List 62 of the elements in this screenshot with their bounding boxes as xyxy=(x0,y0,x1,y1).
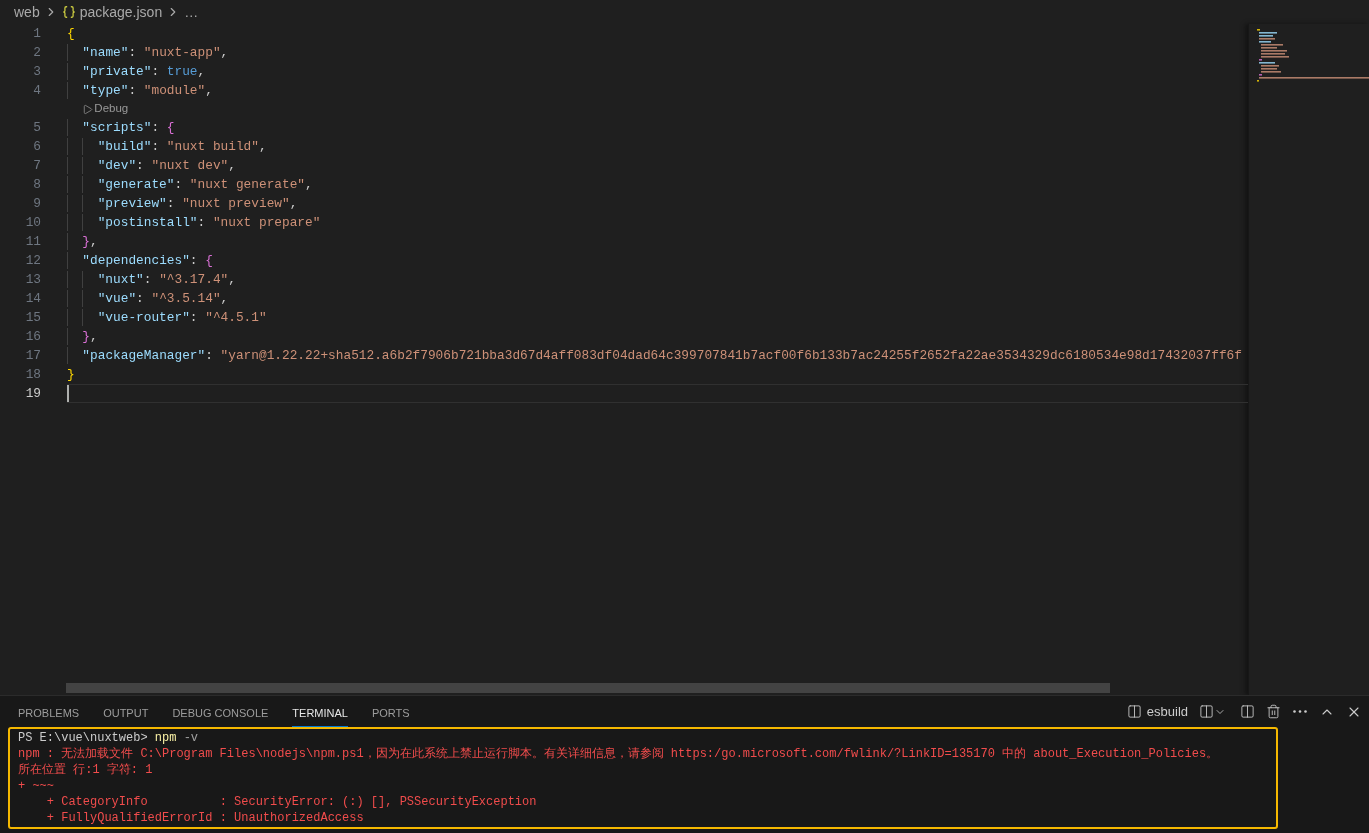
line-number: 15 xyxy=(24,309,41,327)
terminal-line: PS E:\vue\nuxtweb> npm -v xyxy=(18,730,199,746)
code-line: "name": "nuxt-app", xyxy=(82,44,229,61)
code-line: "build": "nuxt build", xyxy=(97,138,267,155)
line-number: 12 xyxy=(24,252,41,270)
text-cursor xyxy=(67,385,69,402)
code-line: "postinstall": "nuxt prepare" xyxy=(97,214,321,231)
code-line: "packageManager": "yarn@1.22.22+sha512.a6b2f7906b721bba3d67d4aff083df04dad64c399707841b7acf00f6b133b7ac24255f2652fa22ae3534329dc6180534e98d17432037ff6f xyxy=(82,347,1242,364)
code-line: "generate": "nuxt generate", xyxy=(97,176,313,193)
panel-tab[interactable]: PORTS xyxy=(371,696,410,727)
line-number: 14 xyxy=(24,290,41,308)
line-number: 5 xyxy=(32,119,41,137)
line-number: 9 xyxy=(32,195,41,213)
code-line: }, xyxy=(82,328,98,345)
panel-tab[interactable]: DEBUG CONSOLE xyxy=(172,696,269,727)
line-number: 8 xyxy=(32,176,41,194)
terminal-instance-button[interactable]: esbuild xyxy=(1126,704,1188,719)
terminal-line: + FullyQualifiedErrorId : UnauthorizedAccess xyxy=(46,810,364,826)
line-number: 13 xyxy=(24,271,41,289)
terminal-line: 所在位置 行:1 字符: 1 xyxy=(18,762,153,778)
code-line: "scripts": { xyxy=(82,119,175,136)
line-number: 19 xyxy=(24,385,41,403)
play-icon xyxy=(82,103,94,115)
braces-icon xyxy=(61,5,76,19)
line-number: 10 xyxy=(24,214,41,232)
line-number: 4 xyxy=(32,82,41,100)
terminal-line: + CategoryInfo : SecurityError: (:) [], PSSecurityException xyxy=(46,794,537,810)
debug-codelens[interactable]: Debug xyxy=(82,103,129,115)
line-number: 7 xyxy=(32,157,41,175)
panel-tab[interactable]: OUTPUT xyxy=(103,696,149,727)
panel-tab[interactable]: TERMINAL xyxy=(292,696,348,727)
split-pane-icon xyxy=(1126,704,1142,719)
horizontal-scrollbar[interactable] xyxy=(66,683,1110,693)
line-number: 11 xyxy=(24,233,41,251)
line-number: 1 xyxy=(32,25,41,43)
split-pane-icon xyxy=(1199,704,1214,719)
breadcrumb-item[interactable]: package.json xyxy=(61,5,163,19)
code-line: "preview": "nuxt preview", xyxy=(97,195,298,212)
code-line: "nuxt": "^3.17.4", xyxy=(97,271,236,288)
code-line: { xyxy=(67,25,75,42)
more-icon xyxy=(1293,710,1307,713)
terminal-line: + ~~~ xyxy=(18,778,54,794)
line-number: 18 xyxy=(24,366,41,384)
trash-icon xyxy=(1266,704,1281,719)
line-number: 17 xyxy=(24,347,41,365)
code-line: "dependencies": { xyxy=(82,252,213,269)
code-line: } xyxy=(67,366,75,383)
line-number: 3 xyxy=(32,63,41,81)
split-pane-icon xyxy=(1240,704,1255,719)
code-line: }, xyxy=(82,233,98,250)
breadcrumb-item[interactable]: … xyxy=(184,5,199,19)
code-line: "type": "module", xyxy=(82,82,213,99)
code-line: "vue-router": "^4.5.1" xyxy=(97,309,267,326)
code-line: "vue": "^3.5.14", xyxy=(97,290,229,307)
line-number: 16 xyxy=(24,328,41,346)
terminal-line: npm : 无法加载文件 C:\Program Files\nodejs\npm.ps1，因为在此系统上禁止运行脚本。有关详细信息，请参阅 https:/go.microsoft.com/fwlink/?LinkID=135170 中的 about_Execution_Policies。 xyxy=(18,746,1219,762)
code-line: "private": true, xyxy=(82,63,206,80)
breadcrumb-item[interactable]: web xyxy=(14,5,40,19)
line-number: 2 xyxy=(32,44,41,62)
line-number: 6 xyxy=(32,138,41,156)
panel-tab[interactable]: PROBLEMS xyxy=(18,696,80,727)
code-line: "dev": "nuxt dev", xyxy=(97,157,236,174)
